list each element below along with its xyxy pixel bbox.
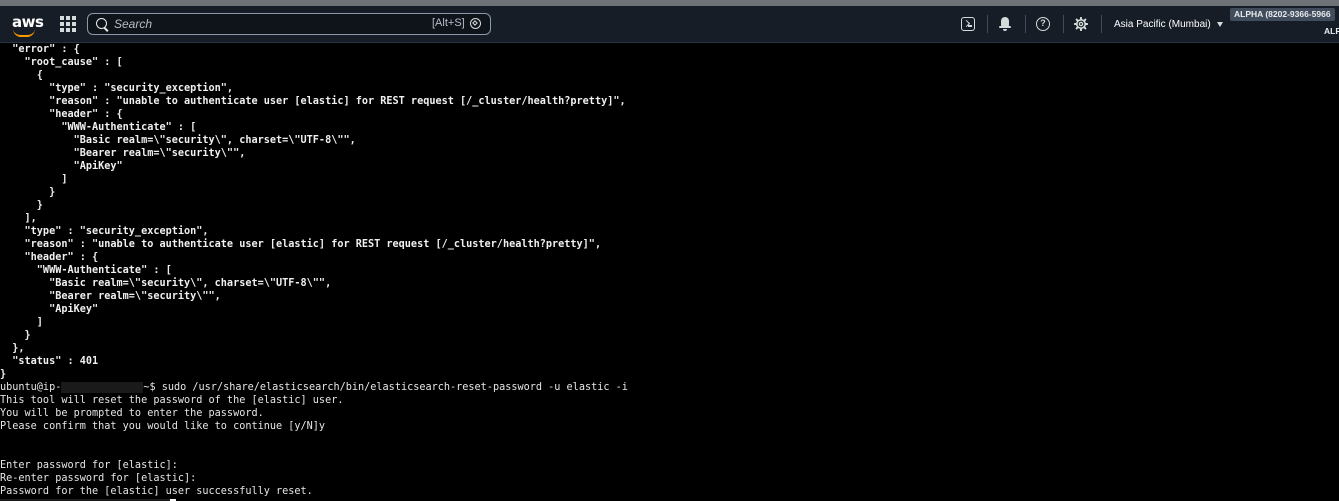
account-short-label: ALF [1324, 26, 1339, 36]
navbar-divider [1101, 15, 1102, 33]
terminal-line: "error" : { [0, 44, 80, 55]
terminal-line: "reason" : "unable to authenticate user … [0, 96, 626, 107]
prompt-command: ~$ sudo /usr/share/elasticsearch/bin/ela… [143, 382, 628, 393]
region-selector[interactable]: Asia Pacific (Mumbai) [1114, 19, 1223, 30]
region-label: Asia Pacific (Mumbai) [1114, 19, 1211, 30]
terminal-line: "type" : "security_exception", [0, 83, 234, 94]
terminal-line: } [0, 369, 7, 380]
redacted-hostname [61, 381, 144, 393]
search-box[interactable]: [Alt+S] [87, 13, 491, 35]
bell-icon[interactable] [998, 16, 1014, 32]
search-shortcut-hint: [Alt+S] [432, 17, 465, 29]
terminal-line: }, [0, 343, 25, 354]
terminal-output-line: Please confirm that you would like to co… [0, 421, 326, 432]
terminal-line: "WWW-Authenticate" : [ [0, 265, 172, 276]
services-grid-icon[interactable] [60, 16, 76, 32]
terminal-line: "ApiKey" [0, 304, 99, 315]
terminal-line: "ApiKey" [0, 161, 123, 172]
gear-icon[interactable] [1074, 17, 1088, 31]
terminal-output[interactable]: "error" : { "root_cause" : [ { "type" : … [0, 43, 1339, 501]
account-menu-badge[interactable]: ALPHA (8202-9366-5966 [1230, 8, 1335, 21]
terminal-line: ] [0, 174, 68, 185]
aws-smile-icon [13, 29, 35, 37]
terminal-line: "header" : { [0, 109, 123, 120]
terminal-output-line: Enter password for [elastic]: [0, 460, 178, 471]
cloudshell-icon[interactable] [961, 17, 975, 31]
terminal-line: { [0, 70, 43, 81]
terminal-line: "Bearer realm=\"security\"", [0, 148, 246, 159]
search-input[interactable] [114, 14, 414, 34]
terminal-line: "reason" : "unable to authenticate user … [0, 239, 602, 250]
terminal-line: "status" : 401 [0, 356, 99, 367]
terminal-line: ] [0, 317, 43, 328]
search-icon [96, 18, 107, 29]
terminal-output-line: Re-enter password for [elastic]: [0, 473, 197, 484]
caret-down-icon [1216, 21, 1223, 27]
terminal-line: "Basic realm=\"security\", charset=\"UTF… [0, 278, 332, 289]
navbar-divider [1063, 15, 1064, 33]
terminal-line: "WWW-Authenticate" : [ [0, 122, 197, 133]
help-icon[interactable]: ? [1036, 17, 1050, 31]
terminal-line: "Basic realm=\"security\", charset=\"UTF… [0, 135, 356, 146]
terminal-line: "Bearer realm=\"security\"", [0, 291, 221, 302]
search-shortcut-icon [470, 18, 481, 29]
terminal-line: "type" : "security_exception", [0, 226, 209, 237]
terminal-output-line: This tool will reset the password of the… [0, 395, 344, 406]
aws-console-navbar: aws [Alt+S] ? [0, 6, 1339, 43]
navbar-divider [1025, 15, 1026, 33]
prompt-prefix: ubuntu@ip- [0, 382, 62, 393]
terminal-line: "header" : { [0, 252, 99, 263]
terminal-line: } [0, 187, 56, 198]
navbar-divider [987, 15, 988, 33]
terminal-prompt-line: ubuntu@ip- ~$ sudo /usr/share/elasticsear… [0, 381, 628, 394]
terminal-output-line: You will be prompted to enter the passwo… [0, 408, 264, 419]
terminal-line: } [0, 330, 31, 341]
terminal-output-line: Password for the [elastic] user successf… [0, 486, 313, 497]
terminal-line: } [0, 200, 43, 211]
terminal-line: "root_cause" : [ [0, 57, 123, 68]
terminal-line: ], [0, 213, 37, 224]
aws-logo[interactable]: aws [12, 12, 44, 37]
